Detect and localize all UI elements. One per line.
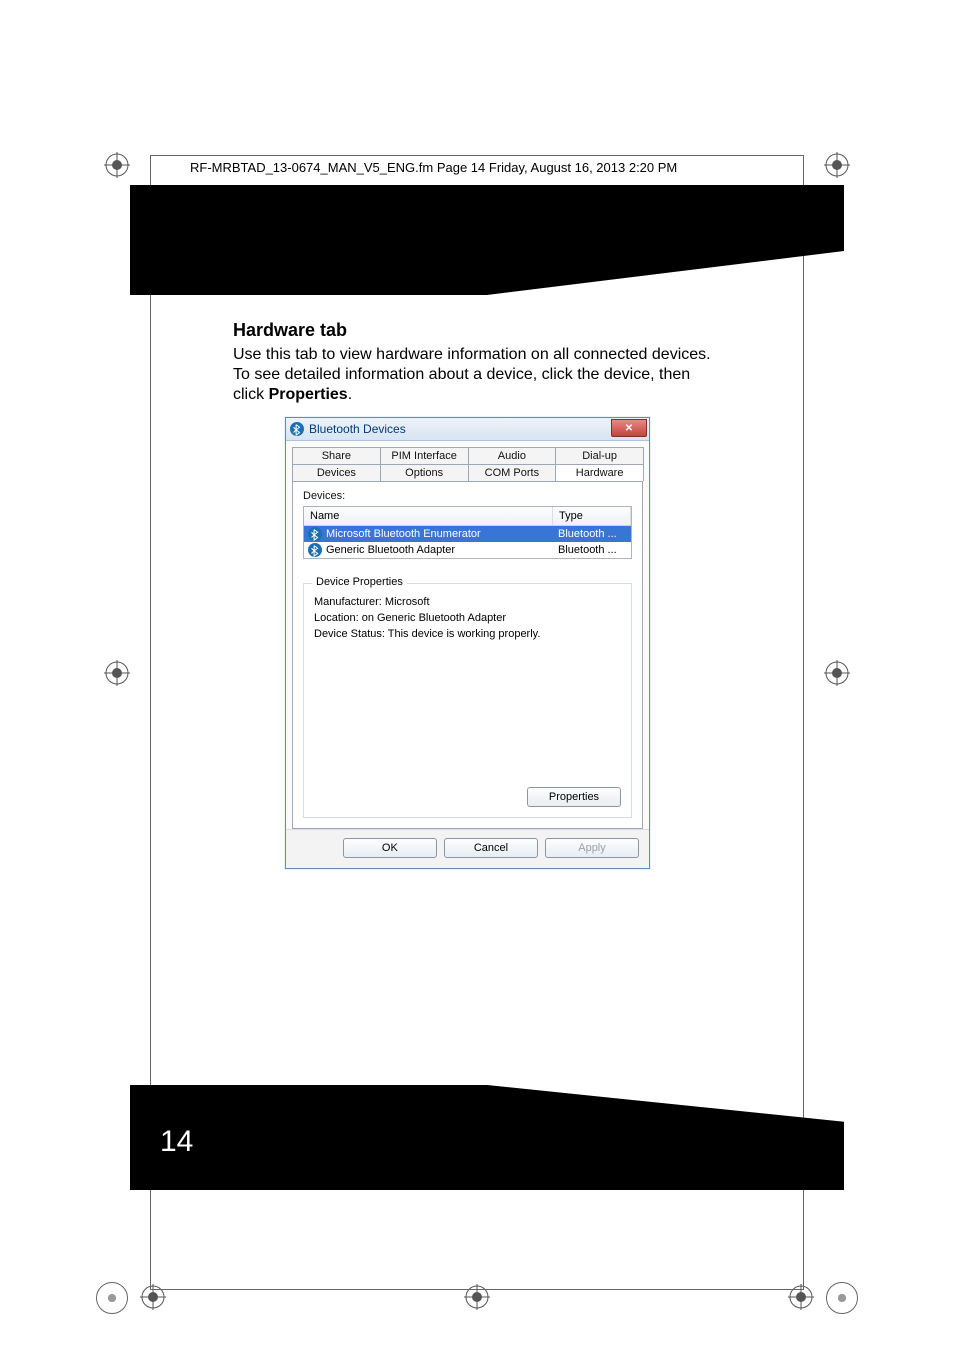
window-title: Bluetooth Devices [309, 422, 406, 436]
section-paragraph: Use this tab to view hardware informatio… [233, 345, 723, 405]
cell-type: Bluetooth ... [558, 528, 627, 540]
col-header-name[interactable]: Name [304, 507, 553, 525]
crop-circle-icon [96, 1282, 128, 1314]
page-frame [150, 1289, 804, 1290]
bluetooth-devices-window: Bluetooth Devices ✕ Share PIM Interface … [285, 417, 650, 869]
device-manufacturer: Manufacturer: Microsoft [314, 596, 621, 608]
crop-mark-icon [824, 152, 850, 178]
paragraph-bold: Properties [269, 386, 348, 403]
table-header: Name Type [304, 507, 631, 526]
properties-button[interactable]: Properties [527, 787, 621, 807]
cell-type: Bluetooth ... [558, 544, 627, 556]
window-titlebar[interactable]: Bluetooth Devices ✕ [286, 418, 649, 441]
tab-panel-hardware: Devices: Name Type Microsoft Bluetooth E… [292, 481, 643, 829]
paragraph-tail: . [348, 386, 352, 403]
devices-table: Name Type Microsoft Bluetooth Enumerator… [303, 506, 632, 559]
tab-audio[interactable]: Audio [468, 447, 557, 464]
close-button[interactable]: ✕ [611, 419, 647, 437]
section-heading: Hardware tab [233, 320, 723, 341]
bluetooth-icon [308, 527, 322, 541]
device-location: Location: on Generic Bluetooth Adapter [314, 612, 621, 624]
group-legend: Device Properties [312, 576, 407, 588]
tab-hardware[interactable]: Hardware [555, 464, 644, 481]
decorative-footer-band [130, 1085, 844, 1190]
close-icon: ✕ [625, 423, 633, 434]
tab-strip: Share PIM Interface Audio Dial-up Device… [286, 441, 649, 829]
crop-mark-icon [140, 1284, 166, 1310]
dialog-footer: OK Cancel Apply [286, 829, 649, 868]
page-frame [150, 155, 804, 156]
crop-mark-icon [788, 1284, 814, 1310]
tab-devices[interactable]: Devices [292, 464, 381, 481]
col-header-type[interactable]: Type [553, 507, 631, 525]
cell-name: Generic Bluetooth Adapter [326, 544, 558, 556]
tab-com-ports[interactable]: COM Ports [468, 464, 557, 481]
decorative-header-band [130, 185, 844, 295]
crop-circle-icon [826, 1282, 858, 1314]
device-properties-group: Device Properties Manufacturer: Microsof… [303, 583, 632, 818]
tab-dial-up[interactable]: Dial-up [555, 447, 644, 464]
cell-name: Microsoft Bluetooth Enumerator [326, 528, 558, 540]
fm-header-text: RF-MRBTAD_13-0674_MAN_V5_ENG.fm Page 14 … [190, 160, 677, 175]
page-number: 14 [160, 1125, 193, 1159]
table-row[interactable]: Microsoft Bluetooth Enumerator Bluetooth… [304, 526, 631, 542]
device-status: Device Status: This device is working pr… [314, 628, 621, 640]
tab-pim-interface[interactable]: PIM Interface [380, 447, 469, 464]
devices-label: Devices: [303, 490, 632, 502]
table-row[interactable]: Generic Bluetooth Adapter Bluetooth ... [304, 542, 631, 558]
crop-mark-icon [824, 660, 850, 686]
tab-share[interactable]: Share [292, 447, 381, 464]
crop-mark-icon [464, 1284, 490, 1310]
ok-button[interactable]: OK [343, 838, 437, 858]
tab-options[interactable]: Options [380, 464, 469, 481]
crop-mark-icon [104, 660, 130, 686]
bluetooth-icon [308, 543, 322, 557]
crop-mark-icon [104, 152, 130, 178]
cancel-button[interactable]: Cancel [444, 838, 538, 858]
bluetooth-icon [290, 422, 304, 436]
apply-button[interactable]: Apply [545, 838, 639, 858]
